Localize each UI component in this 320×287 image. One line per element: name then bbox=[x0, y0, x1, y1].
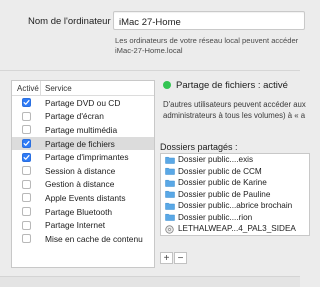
folder-icon bbox=[165, 190, 175, 198]
status-indicator-icon bbox=[163, 81, 171, 89]
service-checkbox[interactable] bbox=[22, 207, 31, 217]
service-checkbox[interactable] bbox=[22, 111, 31, 121]
services-list[interactable]: Activé Service Partage DVD ou CD Partage … bbox=[11, 80, 155, 268]
service-label: Partage d'imprimantes bbox=[45, 152, 129, 163]
disc-icon bbox=[165, 225, 175, 234]
service-label: Gestion à distance bbox=[45, 179, 115, 190]
folder-icon bbox=[165, 213, 175, 221]
computer-name-input[interactable] bbox=[113, 11, 305, 30]
service-row[interactable]: Apple Events distants bbox=[12, 191, 154, 205]
services-list-header: Activé Service bbox=[12, 81, 154, 96]
service-checkbox-cell bbox=[12, 166, 41, 176]
divider bbox=[0, 70, 300, 71]
service-label: Partage multimédia bbox=[45, 124, 118, 135]
checkmark-icon bbox=[23, 100, 30, 106]
service-label: Session à distance bbox=[45, 165, 116, 176]
service-checkbox[interactable] bbox=[22, 125, 31, 135]
service-label: Mise en cache de contenu bbox=[45, 233, 143, 244]
file-sharing-description: D'autres utilisateurs peuvent accéder au… bbox=[163, 100, 306, 121]
service-row[interactable]: Partage de fichiers bbox=[12, 136, 154, 151]
service-checkbox-cell bbox=[12, 193, 41, 203]
service-label: Partage DVD ou CD bbox=[45, 97, 121, 108]
service-checkbox[interactable] bbox=[22, 166, 31, 176]
service-row[interactable]: Partage d'écran bbox=[12, 110, 154, 124]
service-label: Partage d'écran bbox=[45, 111, 104, 122]
service-label: Partage Internet bbox=[45, 220, 106, 231]
add-folder-button[interactable]: + bbox=[160, 252, 173, 264]
service-checkbox[interactable] bbox=[22, 179, 31, 189]
shared-folder-name: Dossier public de Pauline bbox=[178, 189, 271, 199]
folder-icon bbox=[165, 167, 175, 175]
service-checkbox[interactable] bbox=[22, 193, 31, 203]
remove-folder-button[interactable]: − bbox=[174, 252, 187, 264]
service-checkbox-cell bbox=[12, 152, 41, 162]
folder-rows: Dossier public....exis Dossier public de … bbox=[161, 154, 309, 235]
shared-folder-row[interactable]: Dossier public de Karine bbox=[161, 177, 309, 189]
shared-folders-title: Dossiers partagés : bbox=[160, 142, 238, 152]
shared-folder-row[interactable]: Dossier public....rion bbox=[161, 212, 309, 224]
bottom-bar bbox=[0, 276, 300, 287]
header-service[interactable]: Service bbox=[41, 81, 72, 95]
shared-folder-row[interactable]: LETHALWEAP...4_PAL3_SIDEA bbox=[161, 223, 309, 235]
shared-folder-row[interactable]: Dossier public de Pauline bbox=[161, 189, 309, 201]
service-checkbox-cell bbox=[12, 111, 41, 121]
service-checkbox-cell bbox=[12, 179, 41, 189]
shared-folder-name: Dossier public....exis bbox=[178, 155, 254, 165]
service-checkbox-cell bbox=[12, 139, 41, 149]
service-checkbox[interactable] bbox=[22, 139, 31, 149]
service-checkbox[interactable] bbox=[22, 220, 31, 230]
service-row[interactable]: Partage d'imprimantes bbox=[12, 150, 154, 164]
service-label: Partage Bluetooth bbox=[45, 206, 113, 217]
service-checkbox-cell bbox=[12, 234, 41, 244]
folder-icon bbox=[165, 156, 175, 164]
service-checkbox-cell bbox=[12, 125, 41, 135]
shared-folder-name: LETHALWEAP...4_PAL3_SIDEA bbox=[178, 224, 296, 234]
header-active[interactable]: Activé bbox=[12, 81, 41, 95]
shared-folder-name: Dossier public de Karine bbox=[178, 178, 267, 188]
service-row[interactable]: Session à distance bbox=[12, 164, 154, 178]
service-checkbox-cell bbox=[12, 220, 41, 230]
description-line-1: D'autres utilisateurs peuvent accéder au… bbox=[163, 100, 306, 109]
service-row[interactable]: Partage Bluetooth bbox=[12, 205, 154, 219]
folder-icon bbox=[165, 179, 175, 187]
service-checkbox[interactable] bbox=[22, 152, 31, 162]
service-row[interactable]: Partage DVD ou CD bbox=[12, 96, 154, 110]
hint-line-1: Les ordinateurs de votre réseau local pe… bbox=[115, 36, 299, 45]
folder-icon bbox=[165, 202, 175, 210]
service-checkbox-cell bbox=[12, 98, 41, 108]
shared-folder-row[interactable]: Dossier public....exis bbox=[161, 154, 309, 166]
description-line-2: administrateurs à tous les volumes) à « … bbox=[163, 110, 306, 120]
service-row[interactable]: Partage multimédia bbox=[12, 123, 154, 137]
file-sharing-status: Partage de fichiers : activé bbox=[176, 80, 288, 91]
checkmark-icon bbox=[23, 154, 30, 160]
service-label: Apple Events distants bbox=[45, 192, 126, 203]
shared-folder-name: Dossier public...abrice brochain bbox=[178, 201, 293, 211]
service-checkbox-cell bbox=[12, 207, 41, 217]
service-row[interactable]: Partage Internet bbox=[12, 218, 154, 232]
services-rows: Partage DVD ou CD Partage d'écran Partage … bbox=[12, 96, 154, 246]
hint-line-2: iMac-27-Home.local bbox=[115, 46, 183, 55]
service-row[interactable]: Gestion à distance bbox=[12, 178, 154, 192]
service-label: Partage de fichiers bbox=[45, 138, 115, 149]
shared-folder-row[interactable]: Dossier public de CCM bbox=[161, 166, 309, 178]
computer-name-label: Nom de l'ordinateur : bbox=[28, 16, 116, 27]
checkmark-icon bbox=[23, 141, 30, 146]
service-checkbox[interactable] bbox=[22, 98, 31, 108]
service-checkbox[interactable] bbox=[22, 234, 31, 244]
shared-folder-name: Dossier public de CCM bbox=[178, 166, 262, 176]
service-row[interactable]: Mise en cache de contenu bbox=[12, 232, 154, 246]
shared-folder-name: Dossier public....rion bbox=[178, 212, 253, 222]
computer-name-hint: Les ordinateurs de votre réseau local pe… bbox=[115, 36, 298, 56]
shared-folder-row[interactable]: Dossier public...abrice brochain bbox=[161, 200, 309, 212]
shared-folders-list[interactable]: Dossier public....exis Dossier public de … bbox=[160, 153, 310, 236]
